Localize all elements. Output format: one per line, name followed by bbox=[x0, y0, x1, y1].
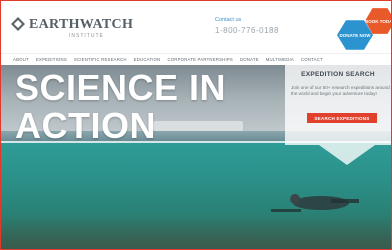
hero-banner: SCIENCE IN ACTION EXPEDITION SEARCH Join… bbox=[1, 65, 391, 249]
page-frame: EARTHWATCH INSTITUTE Contact us 1-800-77… bbox=[0, 0, 392, 250]
nav-item-donate[interactable]: DONATE bbox=[240, 57, 259, 62]
nav-item-about[interactable]: ABOUT bbox=[13, 57, 29, 62]
site-header: EARTHWATCH INSTITUTE Contact us 1-800-77… bbox=[1, 1, 391, 51]
contact-info: Contact us 1-800-776-0188 bbox=[215, 17, 279, 35]
nav-item-expeditions[interactable]: EXPEDITIONS bbox=[36, 57, 67, 62]
nav-item-corporate-partnerships[interactable]: CORPORATE PARTNERSHIPS bbox=[167, 57, 233, 62]
expedition-search-panel: EXPEDITION SEARCH Join one of our 50+ re… bbox=[285, 65, 391, 145]
hero-headline-line1: SCIENCE IN bbox=[15, 67, 227, 108]
nav-item-multimedia[interactable]: MULTIMEDIA bbox=[266, 57, 294, 62]
contact-link[interactable]: Contact us bbox=[215, 17, 279, 23]
nav-item-contact[interactable]: CONTACT bbox=[301, 57, 323, 62]
nav-item-education[interactable]: EDUCATION bbox=[134, 57, 161, 62]
phone-number[interactable]: 1-800-776-0188 bbox=[215, 26, 279, 35]
logo[interactable]: EARTHWATCH INSTITUTE bbox=[11, 15, 134, 39]
search-expeditions-button[interactable]: SEARCH EXPEDITIONS bbox=[307, 113, 377, 123]
nav-item-scientific-research[interactable]: SCIENTIFIC RESEARCH bbox=[74, 57, 127, 62]
logo-subtitle: INSTITUTE bbox=[69, 33, 104, 39]
hero-headline-line2: ACTION bbox=[15, 105, 156, 146]
panel-pointer bbox=[319, 145, 375, 165]
main-nav: ABOUT EXPEDITIONS SCIENTIFIC RESEARCH ED… bbox=[1, 53, 391, 65]
hero-headline: SCIENCE IN ACTION bbox=[15, 69, 226, 145]
earth-logo-icon bbox=[11, 17, 25, 31]
diver-image bbox=[271, 194, 359, 212]
logo-name: EARTHWATCH bbox=[29, 17, 134, 32]
panel-description: Join one of our 50+ research expeditions… bbox=[291, 85, 390, 96]
panel-title: EXPEDITION SEARCH bbox=[301, 71, 375, 78]
